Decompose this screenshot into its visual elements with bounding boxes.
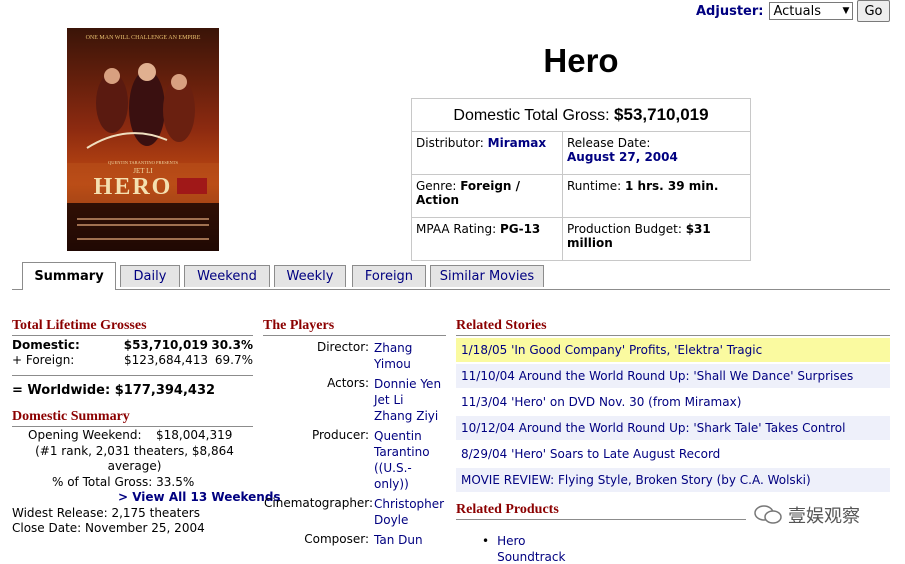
movie-poster[interactable]: ONE MAN WILL CHALLENGE AN EMPIRE QUENTIN…	[67, 28, 219, 251]
widest-release: Widest Release: 2,175 theaters	[12, 506, 200, 520]
view-all-weekends-link[interactable]: > View All 13 Weekends	[118, 490, 281, 504]
budget-label: Production Budget:	[567, 222, 682, 236]
go-button[interactable]: Go	[857, 0, 890, 22]
watermark: 壹娱观察	[754, 502, 860, 528]
release-date-cell: Release Date: August 27, 2004	[562, 131, 751, 175]
foreign-row: + Foreign: $123,684,413 69.7%	[12, 353, 253, 367]
director-link[interactable]: Zhang Yimou	[374, 341, 412, 371]
pct-total-gross: % of Total Gross: 33.5%	[52, 475, 195, 489]
release-date-link[interactable]: August 27, 2004	[567, 150, 678, 164]
product-link[interactable]: Hero	[497, 534, 525, 548]
mpaa-value: PG-13	[499, 222, 541, 236]
watermark-text: 壹娱观察	[788, 506, 860, 527]
tab-daily[interactable]: Daily	[120, 265, 180, 287]
actor-link[interactable]: Jet Li	[374, 393, 403, 407]
composer-link[interactable]: Tan Dun	[374, 533, 423, 547]
director-names: Zhang Yimou	[374, 340, 412, 372]
opening-value: $18,004,319	[156, 428, 233, 442]
cinematographer-link[interactable]: Christopher Doyle	[374, 497, 444, 527]
related-products-header: Related Products	[456, 502, 746, 520]
gross-label: Domestic Total Gross:	[453, 107, 610, 124]
distributor-cell: Distributor: Miramax	[411, 131, 563, 175]
tab-weekly[interactable]: Weekly	[274, 265, 346, 287]
story-link[interactable]: 11/3/04 'Hero' on DVD Nov. 30 (from Mira…	[456, 390, 890, 414]
genre-cell: Genre: Foreign / Action	[411, 174, 563, 218]
product-link[interactable]: Soundtrack	[497, 550, 565, 564]
tab-similar-movies[interactable]: Similar Movies	[430, 265, 544, 287]
divider	[12, 375, 253, 376]
mpaa-label: MPAA Rating:	[416, 222, 497, 236]
tab-weekend[interactable]: Weekend	[184, 265, 270, 287]
domestic-value: $53,710,019	[123, 338, 208, 352]
actors-label: Actors:	[327, 376, 369, 390]
actor-link[interactable]: Zhang Ziyi	[374, 409, 438, 423]
story-link[interactable]: 10/12/04 Around the World Round Up: 'Sha…	[456, 416, 890, 440]
domestic-summary-header: Domestic Summary	[12, 409, 253, 427]
tab-summary[interactable]: Summary	[22, 262, 116, 290]
genre-label: Genre:	[416, 179, 457, 193]
domestic-pct: 30.3%	[211, 338, 253, 352]
svg-text:QUENTIN TARANTINO PRESENTS: QUENTIN TARANTINO PRESENTS	[108, 160, 179, 165]
producer-link[interactable]: Quentin Tarantino	[374, 429, 430, 459]
composer-names: Tan Dun	[374, 532, 423, 548]
related-stories-header: Related Stories	[456, 318, 890, 336]
adjuster-selected-value: Actuals	[773, 3, 821, 19]
tab-bar: Summary Daily Weekend Weekly Foreign Sim…	[12, 262, 890, 290]
players-header: The Players	[263, 318, 446, 336]
domestic-label: Domestic:	[12, 338, 80, 352]
cinematographer-label: Cinematographer:	[264, 496, 374, 510]
opening-rank-line1: (#1 rank, 2,031 theaters, $8,864	[35, 444, 234, 458]
poster-image: ONE MAN WILL CHALLENGE AN EMPIRE QUENTIN…	[67, 28, 219, 251]
adjuster-select[interactable]: Actuals ▼	[769, 2, 854, 20]
opening-label: Opening Weekend:	[28, 428, 142, 442]
story-link[interactable]: MOVIE REVIEW: Flying Style, Broken Story…	[456, 468, 890, 492]
domestic-total-gross: Domestic Total Gross: $53,710,019	[411, 98, 751, 132]
tab-foreign[interactable]: Foreign	[352, 265, 426, 287]
opening-rank-line2: average)	[107, 459, 162, 473]
bullet-icon: •	[482, 534, 490, 548]
runtime-label: Runtime:	[567, 179, 622, 193]
distributor-link[interactable]: Miramax	[488, 136, 546, 150]
product-list: •Hero •Soundtrack	[482, 534, 565, 564]
producer-label: Producer:	[311, 428, 369, 442]
story-link[interactable]: 11/10/04 Around the World Round Up: 'Sha…	[456, 364, 890, 388]
domestic-row: Domestic: $53,710,019 30.3%	[12, 338, 253, 352]
gross-value: $53,710,019	[614, 105, 709, 124]
composer-label: Composer:	[304, 532, 369, 546]
opening-weekend-row: Opening Weekend: $18,004,319	[28, 428, 253, 442]
svg-text:HERO: HERO	[94, 174, 173, 200]
foreign-value: $123,684,413	[124, 353, 208, 367]
adjuster-label: Adjuster:	[696, 3, 764, 19]
foreign-pct: 69.7%	[214, 353, 253, 367]
actor-link[interactable]: Donnie Yen	[374, 377, 441, 391]
producer-names: Quentin Tarantino ((U.S.- only))	[374, 429, 430, 491]
distributor-label: Distributor:	[416, 136, 484, 150]
budget-cell: Production Budget: $31 million	[562, 217, 751, 261]
close-date: Close Date: November 25, 2004	[12, 521, 205, 535]
cinematographer-names: Christopher Doyle	[374, 496, 444, 528]
svg-text:ONE MAN WILL CHALLENGE AN EMPI: ONE MAN WILL CHALLENGE AN EMPIRE	[86, 35, 201, 41]
story-link[interactable]: 1/18/05 'In Good Company' Profits, 'Elek…	[456, 338, 890, 362]
movie-info-table: Domestic Total Gross: $53,710,019 Distri…	[411, 98, 751, 261]
chat-bubbles-icon	[754, 505, 782, 524]
worldwide-total: = Worldwide: $177,394,432	[12, 383, 216, 398]
runtime-value: 1 hrs. 39 min.	[625, 179, 719, 193]
dropdown-arrow-icon: ▼	[842, 6, 850, 16]
movie-title: Hero	[543, 42, 619, 79]
foreign-label: + Foreign:	[12, 353, 75, 367]
story-link[interactable]: 8/29/04 'Hero' Soars to Late August Reco…	[456, 442, 890, 466]
actors-list: Donnie Yen Jet Li Zhang Ziyi	[374, 376, 441, 424]
runtime-cell: Runtime: 1 hrs. 39 min.	[562, 174, 751, 218]
director-label: Director:	[316, 340, 369, 354]
adjuster-bar: Adjuster: Actuals ▼ Go	[696, 0, 890, 22]
lifetime-grosses-header: Total Lifetime Grosses	[12, 318, 253, 336]
release-date-label: Release Date:	[567, 136, 651, 150]
mpaa-cell: MPAA Rating: PG-13	[411, 217, 563, 261]
